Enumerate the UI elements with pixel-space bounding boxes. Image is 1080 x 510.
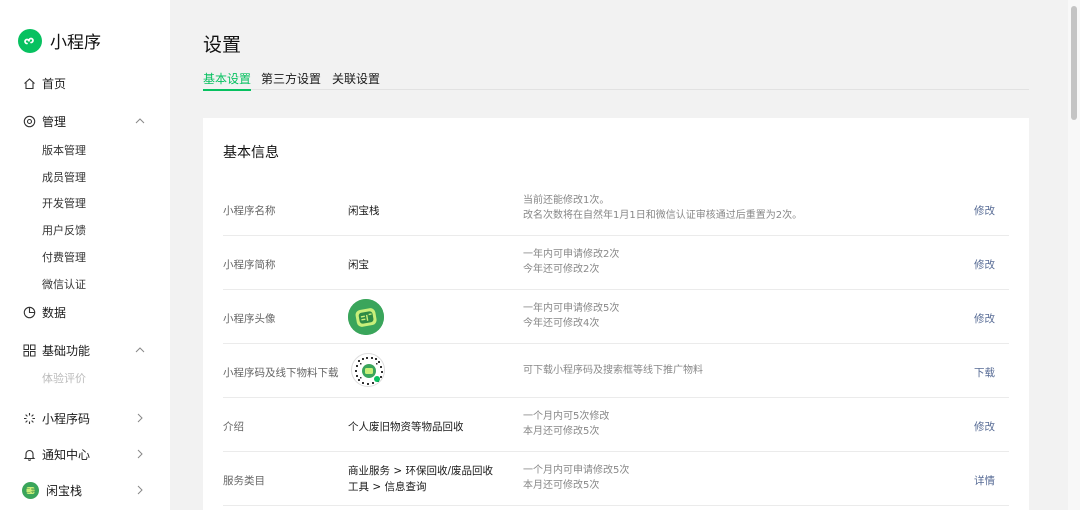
sidebar: 小程序 首页 管理 版本管理 成员管理 开发管理 用户反馈 付费管理 微信认证 … (0, 0, 170, 510)
row-note: 一年内可申请修改5次 今年还可修改4次 (523, 303, 620, 329)
row-value: 商业服务 > 环保回收/废品回收 工具 > 信息查询 (348, 465, 494, 493)
page-title: 设置 (203, 34, 242, 56)
miniprogram-avatar-image (348, 299, 384, 335)
sidebar-item-label: 首页 (42, 76, 67, 91)
table-row: 小程序头像 一年内可申请修改5次 今年还可修改4次 修改 (223, 290, 1009, 344)
sidebar-item-notice[interactable]: 通知中心 (22, 444, 146, 464)
brand[interactable]: 小程序 (18, 28, 101, 53)
table-row: 小程序码及线下物料下载 可下载小程序码及搜索框等线下推广物料 下载 (223, 344, 1009, 398)
sidebar-subitem-certification[interactable]: 微信认证 (42, 276, 86, 292)
table-row: 介绍 个人废旧物资等物品回收 一个月内可5次修改 本月还可修改5次 修改 (223, 398, 1009, 452)
brand-title: 小程序 (50, 33, 101, 53)
edit-short-name-link[interactable]: 修改 (974, 257, 995, 272)
table-row: 小程序名称 闲宝栈 当前还能修改1次。 改名次数将在自然年1月1日和微信认证审核… (223, 182, 1009, 236)
row-note: 一个月内可5次修改 本月还可修改5次 (523, 411, 610, 437)
sidebar-subitem-dev[interactable]: 开发管理 (42, 195, 86, 211)
row-note: 一年内可申请修改2次 今年还可修改2次 (523, 249, 620, 275)
sidebar-item-account[interactable]: 二手 闲宝栈 (22, 480, 146, 500)
sidebar-subitem-feedback[interactable]: 用户反馈 (42, 222, 86, 238)
sidebar-item-home[interactable]: 首页 (22, 73, 146, 93)
edit-intro-link[interactable]: 修改 (974, 419, 995, 434)
row-label: 小程序简称 (223, 259, 276, 271)
sidebar-item-qrcode[interactable]: 小程序码 (22, 408, 146, 428)
table-row: 服务类目 商业服务 > 环保回收/废品回收 工具 > 信息查询 一个月内可申请修… (223, 452, 1009, 506)
sidebar-item-label: 小程序码 (42, 411, 91, 426)
category-details-link[interactable]: 详情 (974, 473, 995, 488)
chevron-right-icon[interactable] (134, 412, 146, 424)
manage-icon (22, 114, 36, 128)
chevron-up-icon[interactable] (134, 344, 146, 356)
row-value: 个人废旧物资等物品回收 (348, 421, 464, 433)
page-scrollbar[interactable] (1068, 0, 1080, 510)
row-value: 闲宝 (348, 259, 369, 271)
chevron-right-icon[interactable] (134, 448, 146, 460)
table-row: 小程序简称 闲宝 一年内可申请修改2次 今年还可修改2次 修改 (223, 236, 1009, 290)
scrollbar-thumb[interactable] (1071, 6, 1077, 120)
sidebar-item-manage[interactable]: 管理 (22, 111, 146, 131)
sidebar-item-label: 管理 (42, 114, 67, 129)
main-content: 设置 基本设置 第三方设置 关联设置 基本信息 小程序名称 闲宝栈 当前还能修改… (170, 0, 1060, 510)
row-label: 服务类目 (223, 475, 265, 487)
sidebar-item-label: 通知中心 (42, 447, 91, 462)
row-label: 介绍 (223, 421, 244, 433)
sidebar-item-label: 数据 (42, 305, 67, 320)
row-note: 一个月内可申请修改5次 本月还可修改5次 (523, 465, 630, 491)
tab-basic-settings[interactable]: 基本设置 (203, 70, 252, 91)
card-title: 基本信息 (223, 145, 279, 161)
sidebar-item-basic[interactable]: 基础功能 (22, 340, 146, 360)
avatar-icon: 二手 (22, 481, 39, 499)
sidebar-item-label: 基础功能 (42, 343, 91, 358)
sidebar-item-data[interactable]: 数据 (22, 302, 146, 322)
basic-info-card: 基本信息 小程序名称 闲宝栈 当前还能修改1次。 改名次数将在自然年1月1日和微… (203, 118, 1029, 510)
tab-linked-settings[interactable]: 关联设置 (332, 70, 380, 90)
chevron-up-icon[interactable] (134, 115, 146, 127)
miniprogram-code-image (351, 353, 385, 387)
row-value: 闲宝栈 (348, 205, 380, 217)
download-materials-link[interactable]: 下载 (974, 365, 995, 380)
edit-avatar-link[interactable]: 修改 (974, 311, 995, 326)
miniprogram-logo-icon (18, 28, 42, 53)
row-note: 可下载小程序码及搜索框等线下推广物料 (523, 365, 703, 376)
grid-icon (22, 343, 36, 357)
sidebar-subitem-review: 体验评价 (42, 372, 86, 385)
sidebar-subitem-members[interactable]: 成员管理 (42, 169, 86, 185)
pie-chart-icon (22, 305, 36, 319)
chevron-right-icon[interactable] (134, 484, 146, 496)
sidebar-subitem-payment[interactable]: 付费管理 (42, 249, 86, 265)
row-label: 小程序码及线下物料下载 (223, 367, 339, 379)
svg-text:二手: 二手 (25, 487, 35, 494)
row-label: 小程序头像 (223, 313, 276, 325)
tab-third-party-settings[interactable]: 第三方设置 (261, 70, 321, 90)
sidebar-item-label: 闲宝栈 (46, 483, 83, 498)
tab-bar: 基本设置 第三方设置 关联设置 (203, 70, 1029, 91)
bell-icon (22, 447, 36, 461)
row-label: 小程序名称 (223, 205, 276, 217)
row-note: 当前还能修改1次。 改名次数将在自然年1月1日和微信认证审核通过后重置为2次。 (523, 195, 803, 221)
sun-icon (22, 411, 36, 425)
edit-name-link[interactable]: 修改 (974, 203, 995, 218)
home-icon (22, 76, 36, 90)
sidebar-subitem-version[interactable]: 版本管理 (42, 142, 86, 158)
